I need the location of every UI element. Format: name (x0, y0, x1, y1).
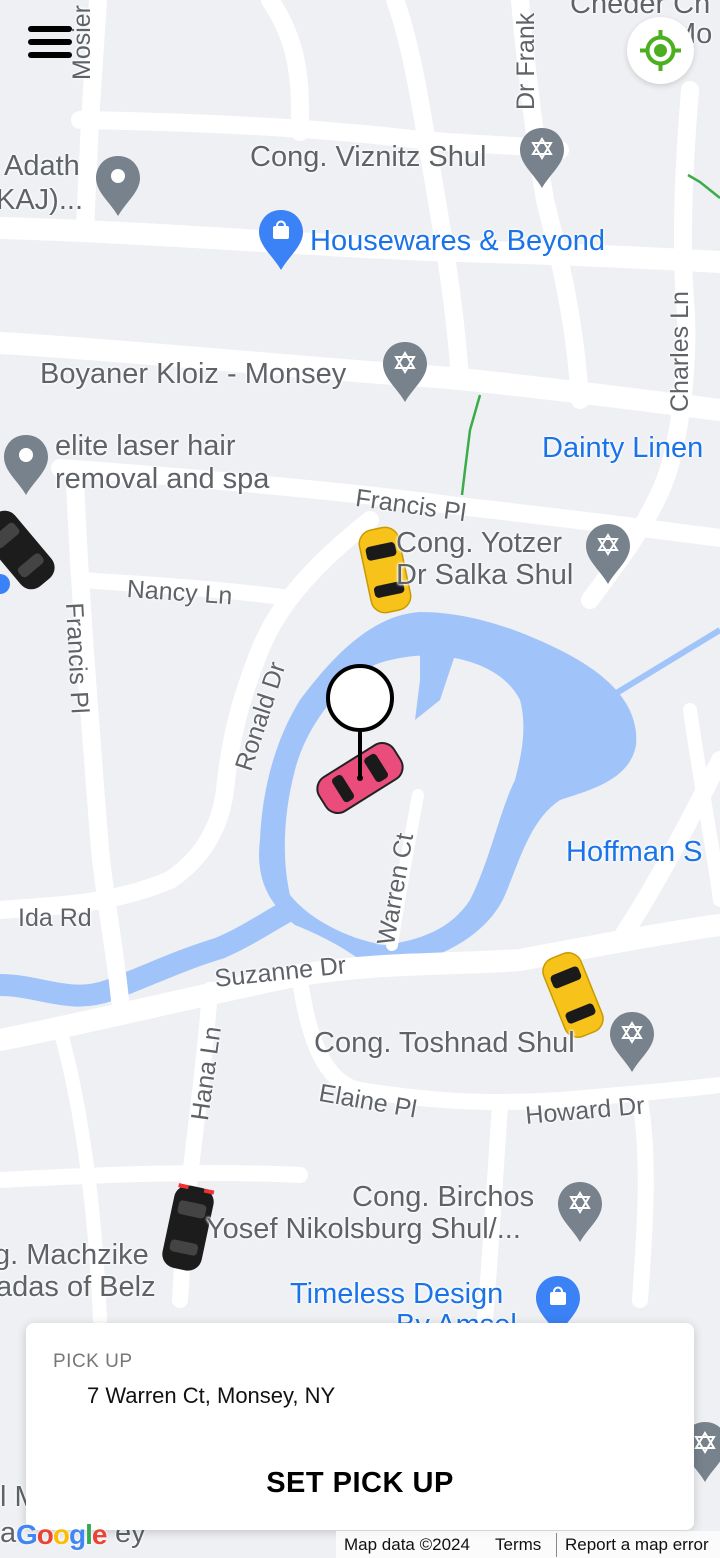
google-logo-letter: l (85, 1519, 93, 1550)
hamburger-menu-icon (28, 39, 72, 45)
google-logo: Google (16, 1519, 108, 1551)
street-label: Dr Frank (512, 12, 540, 110)
pickup-label: PICK UP (53, 1351, 133, 1372)
place-label: a (0, 1517, 17, 1549)
place-label: Cong. Birchos (352, 1181, 535, 1213)
google-logo-letter: G (16, 1519, 38, 1550)
crosshair-location-icon (640, 30, 681, 71)
place-label: elite laser hair (55, 430, 236, 462)
google-logo-letter: o (36, 1519, 54, 1550)
google-logo-letter: g (69, 1519, 86, 1550)
place-label: Yosef Nikolsburg Shul/... (206, 1213, 521, 1245)
map-data-attribution: Map data ©2024 (344, 1535, 470, 1554)
hamburger-menu-icon (28, 26, 72, 32)
terms-link[interactable]: Terms (495, 1535, 541, 1555)
pickup-card: PICK UP 7 Warren Ct, Monsey, NY SET PICK… (26, 1323, 694, 1530)
place-label: Boyaner Kloiz - Monsey (40, 358, 347, 390)
place-label: Cong. Toshnad Shul (314, 1027, 575, 1059)
set-pickup-button[interactable]: SET PICK UP (26, 1448, 694, 1518)
report-map-error-link[interactable]: Report a map error (565, 1535, 709, 1555)
google-logo-letter: o (52, 1519, 70, 1550)
place-label: Cong. Viznitz Shul (250, 141, 487, 173)
street-label: Ida Rd (18, 904, 92, 932)
place-label: g. Machzike (0, 1239, 149, 1271)
street-label: Charles Ln (666, 291, 694, 412)
map-screen: Mosier Dr Frank Cheder Ch Mo Adath KAJ).… (0, 0, 720, 1558)
place-label: Adath (4, 150, 80, 182)
menu-button[interactable] (22, 20, 78, 66)
place-label: KAJ)... (0, 184, 84, 216)
place-label: Hoffman S (566, 836, 703, 868)
locate-me-button[interactable] (627, 17, 694, 84)
place-label: removal and spa (55, 463, 270, 495)
place-label: Dr Salka Shul (396, 559, 574, 591)
place-label: Housewares & Beyond (310, 225, 605, 257)
hamburger-menu-icon (28, 52, 72, 58)
place-label: adas of Belz (0, 1271, 156, 1303)
pickup-address[interactable]: 7 Warren Ct, Monsey, NY (87, 1383, 335, 1409)
google-logo-letter: e (91, 1519, 108, 1550)
place-label: Dainty Linen (542, 432, 704, 464)
street-label: Francis Pl (60, 601, 94, 715)
place-label: Timeless Design (290, 1278, 504, 1310)
attribution-divider (556, 1533, 557, 1557)
place-label: Cong. Yotzer (396, 527, 563, 559)
